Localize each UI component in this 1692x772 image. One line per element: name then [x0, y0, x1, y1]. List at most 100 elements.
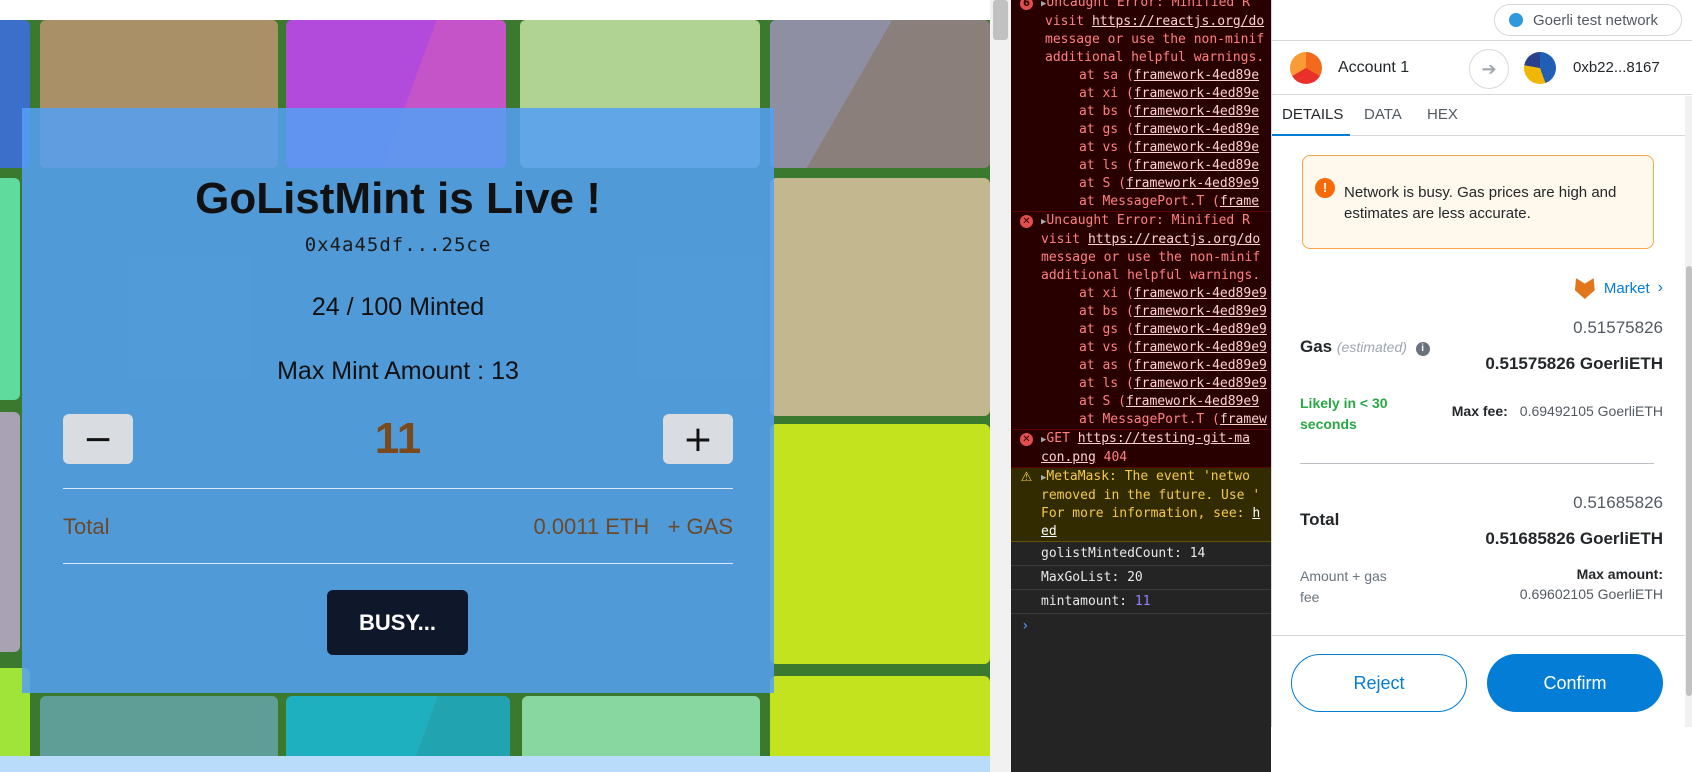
mint-panel: GoListMint is Live ! 0x4a45df...25ce 24 … [22, 108, 774, 693]
error-link[interactable]: con.png [1041, 450, 1096, 465]
stack-file-link[interactable]: framework-4ed89e9 [1134, 322, 1267, 337]
error-text: visit [1041, 232, 1088, 247]
error-link[interactable]: https://testing-git-ma [1078, 431, 1250, 446]
console-error[interactable]: ✕ ▶GET https://testing-git-ma con.png 40… [1011, 430, 1271, 468]
scrollbar-thumb[interactable] [993, 0, 1008, 40]
stack-file-link[interactable]: framework-4ed89e9 [1134, 286, 1267, 301]
network-status-dot [1509, 13, 1523, 27]
gas-option-market[interactable]: Market › [1574, 277, 1663, 299]
error-icon: 6 [1020, 0, 1033, 10]
console-error[interactable]: 6 ▶Uncaught Error: Minified R visit http… [1011, 0, 1271, 212]
to-account-address[interactable]: 0xb22...8167 [1573, 59, 1660, 76]
stack-frame: at xi (framework-4ed89e9 [1041, 285, 1271, 303]
log-key: golistMintedCount: [1041, 546, 1190, 561]
stack-function: at ls ( [1079, 158, 1134, 173]
max-mint-amount: Max Mint Amount : 13 [277, 357, 519, 385]
stack-file-link[interactable]: framework-4ed89e [1134, 122, 1259, 137]
scrollbar-thumb[interactable] [1686, 266, 1692, 696]
stack-frame: at sa (framework-4ed89e [1041, 67, 1271, 85]
mint-busy-button[interactable]: BUSY... [327, 590, 468, 655]
error-icon: ✕ [1020, 433, 1033, 446]
stack-file-link[interactable]: frame [1220, 194, 1259, 209]
console-prompt[interactable]: › [1011, 614, 1271, 634]
to-account-avatar [1524, 52, 1556, 84]
decrease-quantity-button[interactable]: − [63, 414, 133, 464]
stack-frame: at MessagePort.T (frame [1041, 193, 1271, 211]
stack-function: at sa ( [1079, 68, 1134, 83]
stack-file-link[interactable]: framework-4ed89e [1134, 104, 1259, 119]
popup-scrollbar[interactable] [1685, 96, 1692, 727]
gas-fiat-value: 0.51575826 [1573, 318, 1663, 337]
error-link[interactable]: https://reactjs.org/do [1088, 232, 1260, 247]
tab-data[interactable]: DATA [1364, 106, 1402, 123]
log-value: 11 [1134, 594, 1151, 609]
error-link[interactable]: https://reactjs.org/do [1092, 14, 1264, 29]
stack-file-link[interactable]: framework-4ed89e9 [1134, 304, 1267, 319]
account-row: Account 1 ➔ 0xb22...8167 [1272, 40, 1692, 95]
tab-bar: DETAILS DATA HEX [1272, 96, 1692, 136]
reject-button[interactable]: Reject [1291, 654, 1467, 712]
tab-details[interactable]: DETAILS [1282, 106, 1343, 123]
max-amount-label: Max amount: [1576, 566, 1663, 582]
warning-link[interactable]: ed [1041, 524, 1057, 539]
error-text: additional helpful warnings. [1041, 268, 1261, 283]
stack-function: at S ( [1079, 394, 1126, 409]
error-message: Uncaught Error: Minified R [1046, 0, 1250, 10]
stack-file-link[interactable]: framework-4ed89e [1134, 86, 1259, 101]
tile [770, 424, 990, 664]
stack-frame: at ls (framework-4ed89e9 [1041, 375, 1271, 393]
increase-quantity-button[interactable]: + [663, 414, 733, 464]
network-name: Goerli test network [1533, 11, 1659, 29]
status-code: 404 [1103, 450, 1128, 465]
network-selector[interactable]: Goerli test network [1494, 4, 1682, 36]
network-busy-warning: ! Network is busy. Gas prices are high a… [1302, 155, 1654, 249]
stack-function: at MessagePort.T ( [1079, 412, 1220, 427]
stack-function: at as ( [1079, 358, 1134, 373]
console-log: MaxGoList: 20 [1011, 566, 1271, 590]
stack-frame: at S (framework-4ed89e9 [1041, 393, 1271, 411]
info-icon[interactable]: i [1415, 342, 1430, 356]
mint-title: GoListMint is Live ! [195, 174, 601, 223]
divider [63, 488, 733, 489]
tile [0, 412, 20, 652]
contract-address: 0x4a45df...25ce [304, 234, 492, 256]
console-error[interactable]: ✕ ▶Uncaught Error: Minified R visit http… [1011, 212, 1271, 430]
log-key: MaxGoList: [1041, 570, 1128, 585]
stack-file-link[interactable]: framework-4ed89e9 [1134, 358, 1267, 373]
mint-website: GoListMint is Live ! 0x4a45df...25ce 24 … [0, 0, 990, 772]
stack-file-link[interactable]: framework-4ed89e9 [1134, 340, 1267, 355]
tab-hex[interactable]: HEX [1427, 106, 1458, 123]
tile [770, 20, 990, 168]
from-account-name[interactable]: Account 1 [1338, 59, 1409, 77]
likely-time: Likely in < 30 seconds [1300, 395, 1388, 432]
stack-file-link[interactable]: framework-4ed89e [1134, 68, 1259, 83]
error-text: visit [1045, 14, 1092, 29]
page-scrollbar[interactable] [990, 0, 1011, 772]
stack-frame: at vs (framework-4ed89e9 [1041, 339, 1271, 357]
warning-link[interactable]: h [1252, 506, 1260, 521]
stack-trace: at sa (framework-4ed89e at xi (framework-… [1041, 67, 1271, 211]
stack-frame: at xi (framework-4ed89e [1041, 85, 1271, 103]
divider [1300, 463, 1654, 464]
active-tab-indicator [1272, 134, 1350, 136]
devtools-console: 6 ▶Uncaught Error: Minified R visit http… [1011, 0, 1271, 772]
screen: GoListMint is Live ! 0x4a45df...25ce 24 … [0, 0, 1692, 772]
stack-frame: at as (framework-4ed89e9 [1041, 357, 1271, 375]
confirm-button[interactable]: Confirm [1487, 654, 1663, 712]
stack-file-link[interactable]: framework-4ed89e9 [1126, 394, 1259, 409]
stack-file-link[interactable]: framework-4ed89e [1134, 158, 1259, 173]
stack-function: at S ( [1079, 176, 1126, 191]
stack-trace: at xi (framework-4ed89e9 at bs (framework… [1041, 285, 1271, 429]
error-text: message or use the non-minif [1045, 32, 1265, 47]
stack-file-link[interactable]: framework-4ed89e9 [1126, 176, 1259, 191]
stack-file-link[interactable]: framework-4ed89e9 [1134, 376, 1267, 391]
stack-file-link[interactable]: framew [1220, 412, 1267, 427]
error-text: additional helpful warnings. [1045, 50, 1265, 65]
chevron-right-icon: › [1657, 279, 1663, 296]
divider [63, 563, 733, 564]
total-value: 0.51685826 GoerliETH [1485, 529, 1663, 548]
stack-file-link[interactable]: framework-4ed89e [1134, 140, 1259, 155]
console-log: golistMintedCount: 14 [1011, 542, 1271, 566]
console-warning[interactable]: ⚠ ▶MetaMask: The event 'netwo removed in… [1011, 468, 1271, 542]
stack-frame: at bs (framework-4ed89e9 [1041, 303, 1271, 321]
